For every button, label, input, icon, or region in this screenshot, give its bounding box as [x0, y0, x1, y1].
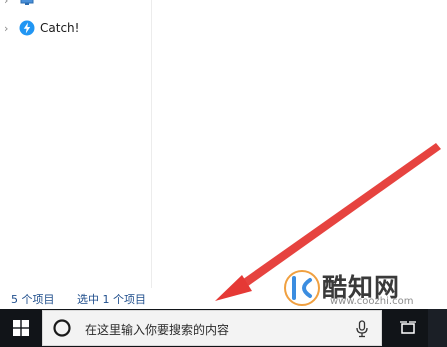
navigation-pane: › › Catch!: [0, 0, 152, 288]
coozhi-logo-icon: [284, 270, 320, 306]
nav-item-label: Catch!: [40, 21, 80, 35]
task-view-icon: [400, 321, 416, 334]
taskbar: 在这里输入你要搜索的内容: [0, 309, 447, 347]
microphone-icon[interactable]: [355, 320, 369, 338]
selected-count-text: 选中 1 个项目: [77, 293, 146, 306]
windows-start-icon: [13, 320, 29, 336]
monitor-icon: [19, 0, 35, 8]
taskbar-search-box[interactable]: 在这里输入你要搜索的内容: [42, 310, 382, 346]
start-button[interactable]: [0, 309, 42, 347]
chevron-right-icon[interactable]: ›: [4, 0, 16, 6]
screenshot-root: › › Catch! 5 个项目 选中 1 个项目 在这里输入你要搜索的内容 酷…: [0, 0, 447, 347]
watermark-url: www.coozhi.com: [330, 296, 414, 307]
coozhi-watermark: 酷知网 www.coozhi.com: [280, 262, 447, 314]
task-view-button[interactable]: [388, 309, 428, 347]
taskbar-tray-edge: [428, 309, 447, 347]
search-input[interactable]: 在这里输入你要搜索的内容: [85, 321, 229, 338]
catch-lightning-icon: [19, 20, 35, 36]
nav-item-partial[interactable]: ›: [0, 0, 151, 10]
cortana-icon[interactable]: [53, 319, 71, 337]
item-count-text: 5 个项目: [11, 293, 55, 306]
chevron-right-icon[interactable]: ›: [4, 23, 16, 34]
nav-item-catch[interactable]: › Catch!: [0, 18, 151, 38]
